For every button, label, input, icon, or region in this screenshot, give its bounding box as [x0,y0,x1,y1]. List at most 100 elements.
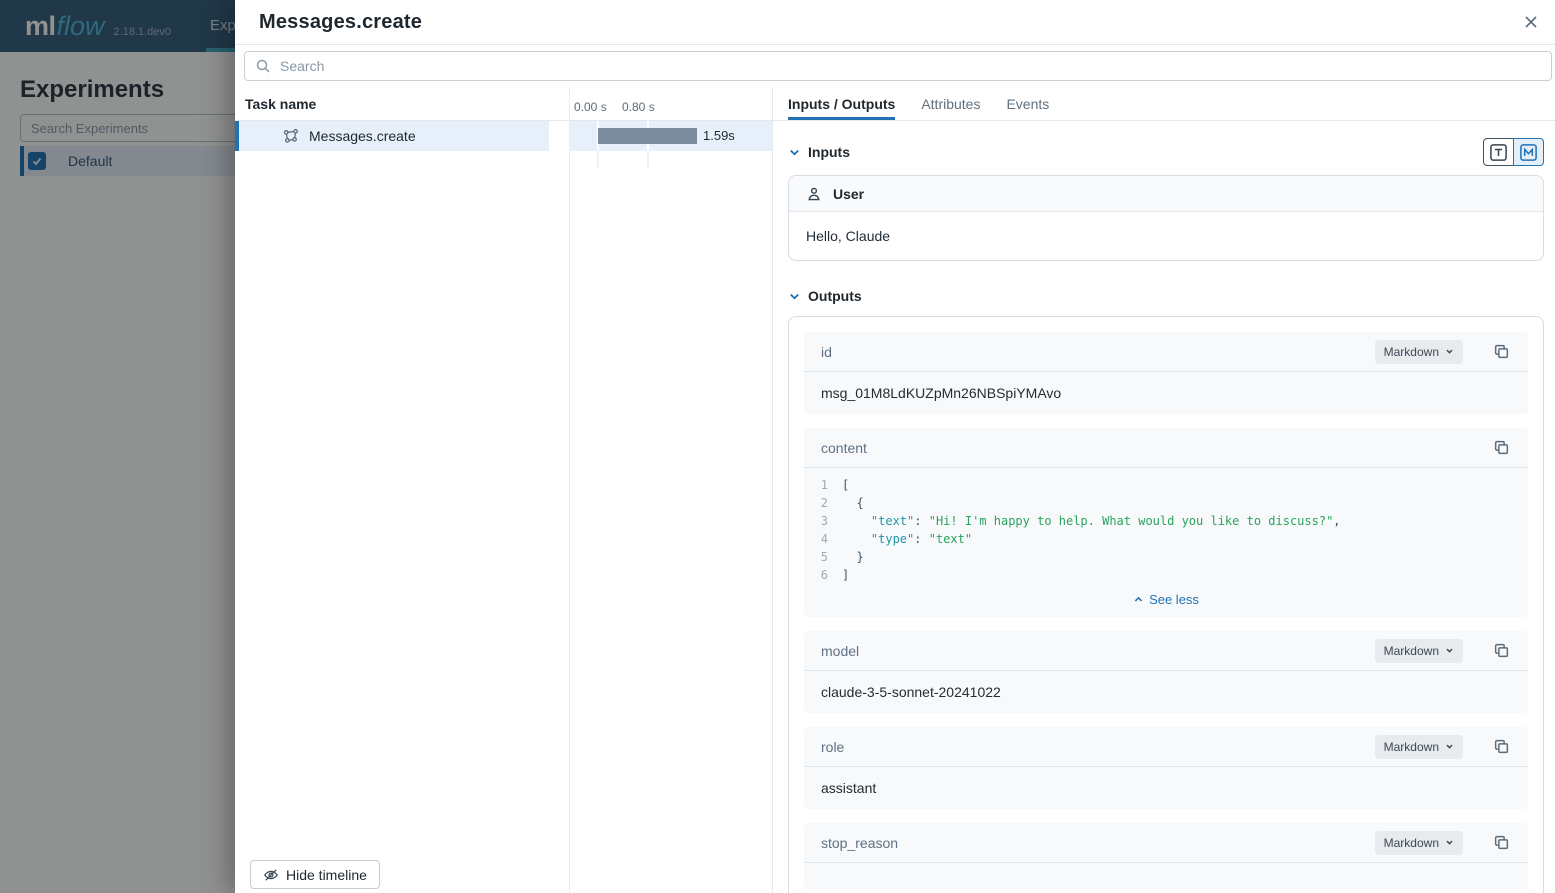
search-box[interactable] [244,51,1552,81]
field-value: msg_01M8LdKUZpMn26NBSpiYMAvo [804,372,1528,414]
copy-icon [1493,439,1510,456]
see-less-button[interactable]: See less [804,584,1528,617]
duration-label: 1.59s [703,121,735,151]
drawer-body: Task name 0.00 s 0.80 s Messages.create … [235,88,1555,893]
code-block: 1[2 {3 "text": "Hi! I'm happy to help. W… [804,468,1528,584]
task-timeline-pane: Task name 0.00 s 0.80 s Messages.create … [235,88,773,893]
field-value: claude-3-5-sonnet-20241022 [804,671,1528,713]
outputs-card: id Markdown [788,316,1544,893]
chevron-down-icon [1445,347,1454,356]
eye-off-icon [263,867,279,883]
chevron-down-icon [1445,838,1454,847]
task-row-messages-create[interactable]: Messages.create 1.59s [235,121,772,151]
field-header: stop_reason Markdown [804,823,1528,863]
copy-icon [1493,738,1510,755]
drawer-header: Messages.create [235,0,1555,45]
renderer-select[interactable]: Markdown [1375,340,1463,364]
code-line: 5 } [804,548,1528,566]
detail-content: Inputs [773,121,1555,893]
code-line: 6] [804,566,1528,584]
render-as-markdown-button[interactable] [1513,138,1544,166]
field-header: model Markdown [804,631,1528,671]
field-header: content [804,428,1528,468]
inputs-section-title: Inputs [808,144,850,160]
hide-timeline-label: Hide timeline [286,867,367,883]
renderer-select[interactable]: Markdown [1375,831,1463,855]
row-selected-accent [235,121,239,151]
render-mode-toggle [1483,138,1544,166]
trace-span-icon [283,128,299,144]
screen: ml flow 2.18.1.dev0 Exp Experiments Defa… [0,0,1555,893]
output-field-id: id Markdown [804,332,1528,414]
timeline-tick: 0.80 s [622,100,655,114]
field-label: role [821,739,844,755]
field-label: content [821,440,867,456]
hide-timeline-button[interactable]: Hide timeline [250,860,380,889]
task-row-label: Messages.create [309,121,416,151]
inputs-section-header: Inputs [788,138,1544,166]
message-role-label: User [833,186,864,202]
close-icon [1523,14,1539,30]
copy-button[interactable] [1493,343,1511,361]
renderer-select[interactable]: Markdown [1375,639,1463,663]
search-icon [255,58,271,74]
chevron-up-icon [1133,594,1144,605]
timeline-tick: 0.00 s [574,100,607,114]
markdown-mode-icon [1519,143,1538,162]
field-value [804,863,1528,889]
field-header: id Markdown [804,332,1528,372]
field-header: role Markdown [804,727,1528,767]
copy-button[interactable] [1493,439,1511,457]
input-message-card: User Hello, Claude [788,175,1544,261]
renderer-select-value: Markdown [1384,836,1439,850]
renderer-select-value: Markdown [1384,345,1439,359]
copy-icon [1493,343,1510,360]
column-divider [569,88,570,893]
renderer-select-value: Markdown [1384,644,1439,658]
message-role-header: User [789,176,1543,212]
field-label: stop_reason [821,835,898,851]
copy-button[interactable] [1493,834,1511,852]
renderer-select-value: Markdown [1384,740,1439,754]
chevron-down-icon[interactable] [788,146,801,159]
code-line: 4 "type": "text" [804,530,1528,548]
chevron-down-icon [1445,646,1454,655]
timeline-gridline [597,151,599,168]
text-mode-icon [1489,143,1508,162]
drawer-search-row [235,45,1555,88]
see-less-label: See less [1149,592,1199,607]
field-value: assistant [804,767,1528,809]
copy-icon [1493,834,1510,851]
renderer-select[interactable]: Markdown [1375,735,1463,759]
output-field-role: role Markdown [804,727,1528,809]
code-line: 3 "text": "Hi! I'm happy to help. What w… [804,512,1528,530]
outputs-section-header: Outputs [788,286,1544,306]
message-content: Hello, Claude [789,212,1543,260]
trace-drawer: Messages.create Task name 0.00 s 0.80 s [235,0,1555,893]
field-label: id [821,344,832,360]
render-as-text-button[interactable] [1483,138,1514,166]
search-input[interactable] [280,58,1541,74]
copy-button[interactable] [1493,642,1511,660]
output-field-model: model Markdown [804,631,1528,713]
span-detail-pane: Inputs / Outputs Attributes Events Input… [773,88,1555,893]
timeline-gridline [647,151,649,168]
copy-icon [1493,642,1510,659]
output-field-stop-reason: stop_reason Markdown [804,823,1528,889]
task-name-column-header: Task name [245,88,316,121]
tab-inputs-outputs[interactable]: Inputs / Outputs [788,88,895,120]
field-label: model [821,643,859,659]
code-line: 2 { [804,494,1528,512]
tab-events[interactable]: Events [1006,88,1049,120]
duration-bar[interactable] [598,128,697,144]
outputs-section-title: Outputs [808,288,862,304]
drawer-title: Messages.create [259,11,422,34]
task-table-header: Task name 0.00 s 0.80 s [235,88,772,121]
tab-attributes[interactable]: Attributes [921,88,980,120]
chevron-down-icon[interactable] [788,290,801,303]
close-button[interactable] [1517,8,1545,36]
user-icon [806,186,822,202]
detail-tabs: Inputs / Outputs Attributes Events [773,88,1555,121]
copy-button[interactable] [1493,738,1511,756]
output-field-content: content 1[2 {3 "text": "Hi! I'm happy to… [804,428,1528,617]
